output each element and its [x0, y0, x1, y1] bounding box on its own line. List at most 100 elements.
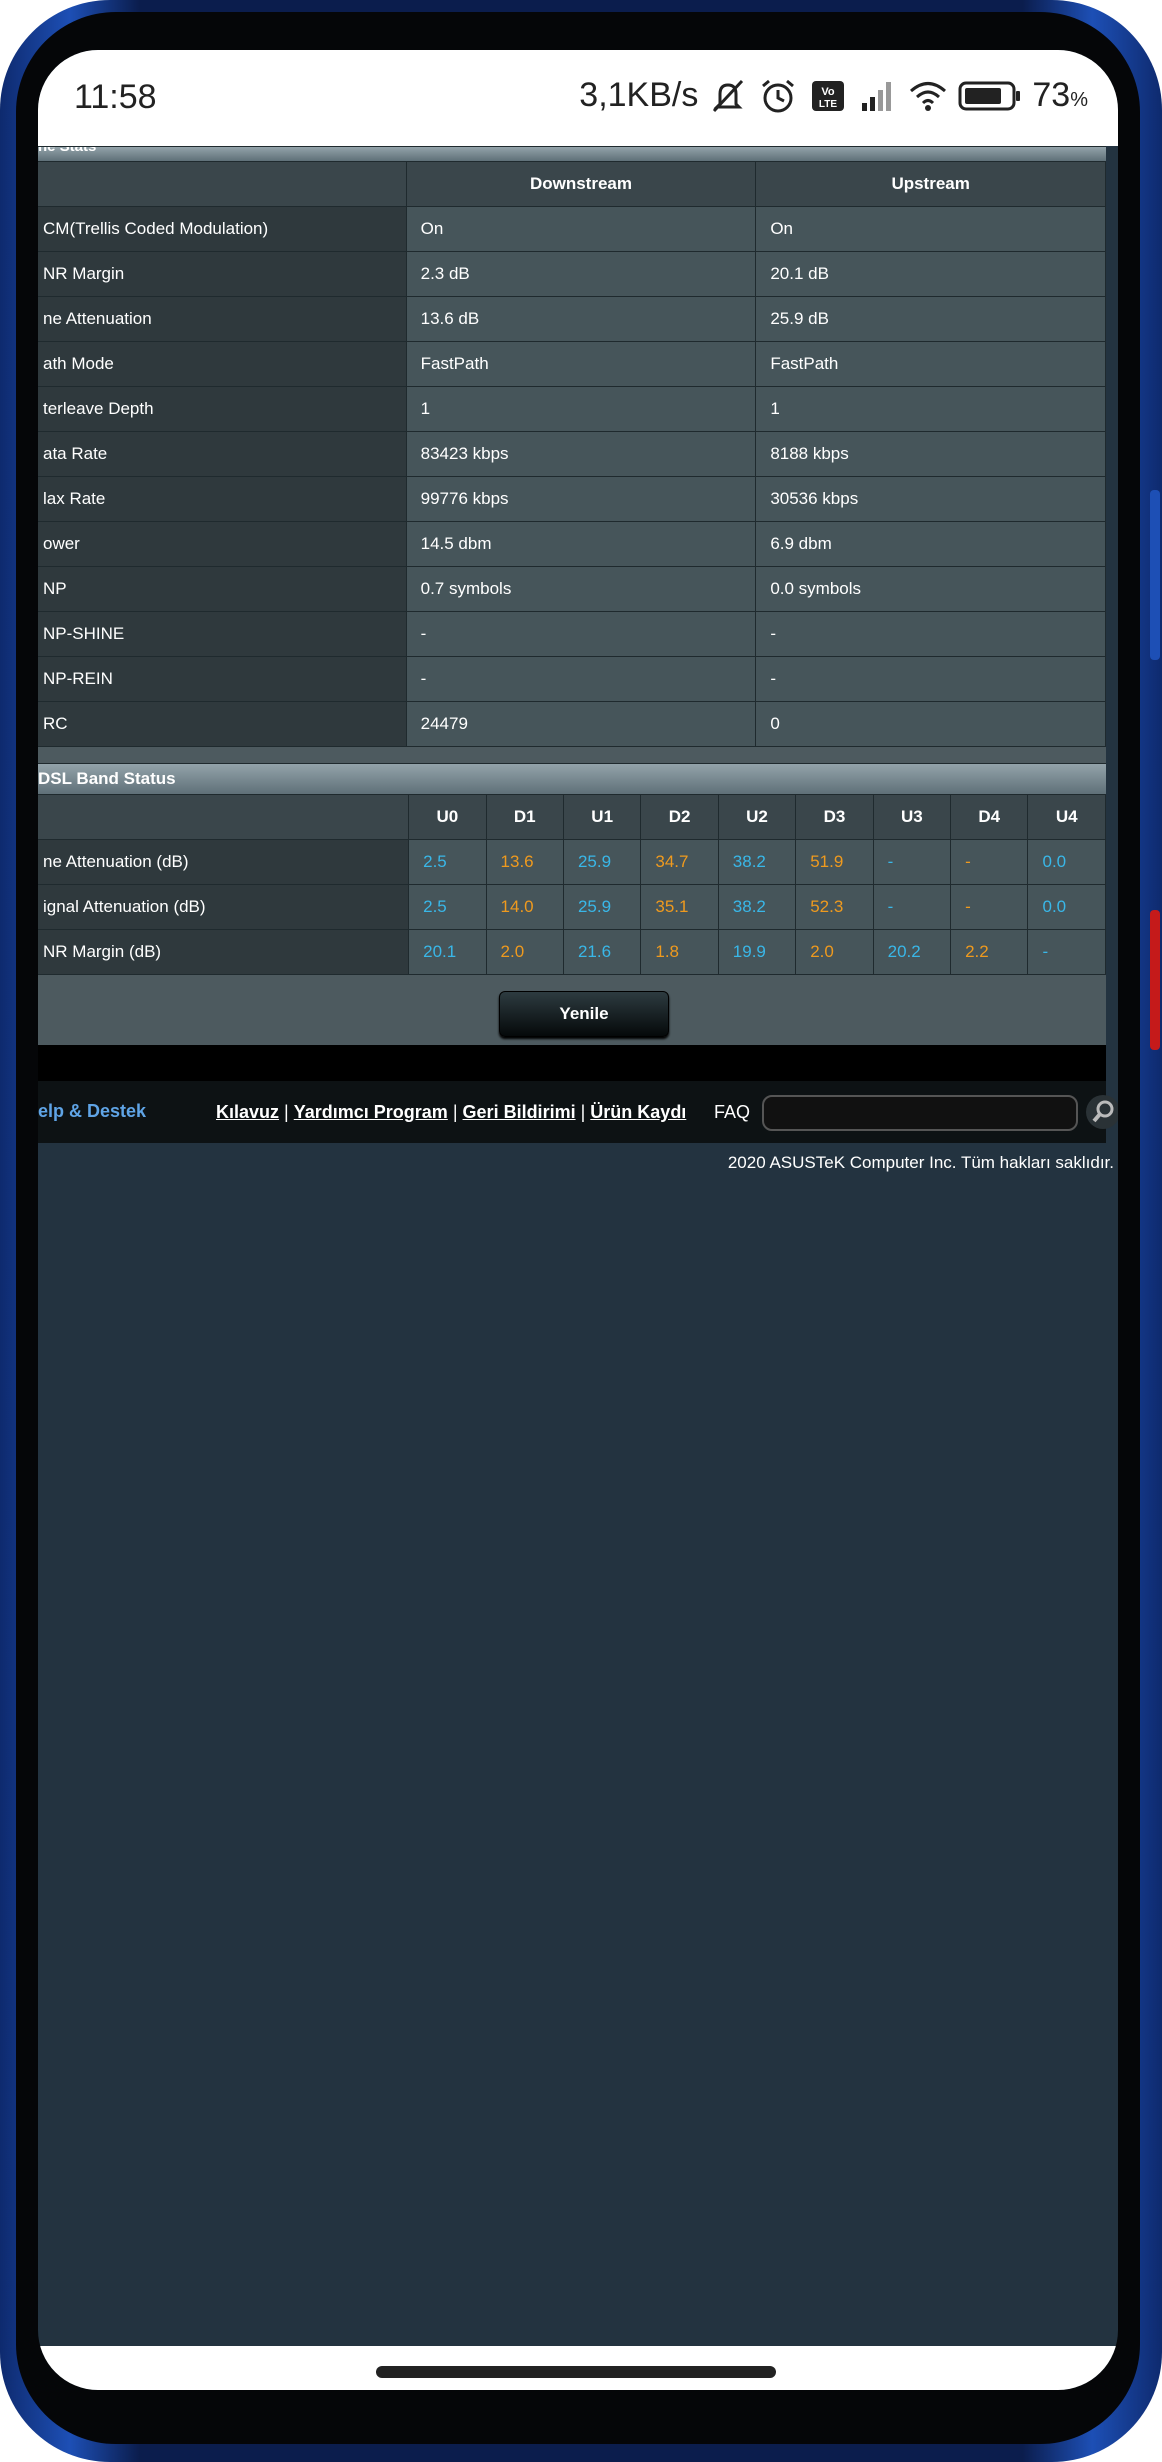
line-stats-row: NP 0.7 symbols 0.0 symbols [38, 566, 1106, 612]
row-label: NP-REIN [38, 656, 407, 702]
upstream-value: 20.1 dB [755, 251, 1106, 297]
home-indicator[interactable] [376, 2366, 776, 2378]
clock: 11:58 [74, 78, 157, 116]
band-value: 25.9 [562, 884, 642, 930]
feedback-link[interactable]: Geri Bildirimi [463, 1102, 576, 1122]
manual-link[interactable]: Kılavuz [216, 1102, 279, 1122]
line-stats-row: ath Mode FastPath FastPath [38, 341, 1106, 387]
upstream-value: 6.9 dbm [755, 521, 1106, 567]
header-upstream: Upstream [755, 161, 1106, 207]
spacer [38, 747, 1106, 763]
line-stats-row: ata Rate 83423 kbps 8188 kbps [38, 431, 1106, 477]
band-status-row: ne Attenuation (dB) 2.5 13.6 25.9 34.7 38.2 51… [38, 839, 1106, 885]
line-stats-row: ower 14.5 dbm 6.9 dbm [38, 521, 1106, 567]
band-header-label [38, 794, 410, 840]
band-value: 51.9 [795, 839, 874, 885]
refresh-button[interactable]: Yenile [499, 991, 669, 1037]
row-label: ne Attenuation [38, 296, 407, 342]
upstream-value: 30536 kbps [755, 476, 1106, 522]
band-header: U1 [562, 794, 642, 840]
status-bar: 11:58 3,1KB/s Vo LTE 73% [38, 50, 1118, 146]
battery-level: 73% [1032, 76, 1088, 115]
utility-link[interactable]: Yardımcı Program [294, 1102, 448, 1122]
network-speed: 3,1KB/s [579, 76, 699, 114]
faq-search-input[interactable] [762, 1095, 1078, 1131]
row-label: NR Margin [38, 251, 407, 297]
footer-separator [38, 1045, 1106, 1081]
row-label: ne Attenuation (dB) [38, 839, 410, 885]
band-header-row: U0 D1 U1 D2 U2 D3 U3 D4 U4 [38, 794, 1106, 840]
line-stats-row: NP-SHINE - - [38, 611, 1106, 657]
band-value: 38.2 [717, 884, 797, 930]
band-value: 0.0 [1027, 884, 1106, 930]
band-value: - [950, 884, 1029, 930]
row-label: NR Margin (dB) [38, 929, 410, 975]
svg-text:LTE: LTE [819, 99, 837, 110]
battery-icon [958, 81, 1021, 110]
line-stats-row: lax Rate 99776 kbps 30536 kbps [38, 476, 1106, 522]
band-header: D2 [640, 794, 719, 840]
row-label: ath Mode [38, 341, 407, 387]
band-header: U4 [1027, 794, 1106, 840]
refresh-row: Yenile [38, 975, 1106, 1045]
router-page: ne Stats Downstream Upstream CM(Trellis … [38, 146, 1118, 1183]
band-value: - [872, 884, 952, 930]
band-value: 13.6 [485, 839, 564, 885]
upstream-value: On [755, 206, 1106, 252]
band-status-title: DSL Band Status [38, 763, 1106, 794]
line-stats-row: NP-REIN - - [38, 656, 1106, 702]
downstream-value: - [405, 656, 757, 702]
wifi-icon [910, 81, 947, 111]
row-label: terleave Depth [38, 386, 407, 432]
battery-unit: % [1070, 89, 1088, 111]
band-status-row: NR Margin (dB) 20.1 2.0 21.6 1.8 19.9 2.0 20.2 2… [38, 929, 1106, 975]
line-stats-row: CM(Trellis Coded Modulation) On On [38, 206, 1106, 252]
downstream-value: On [405, 206, 757, 252]
line-stats-title: ne Stats [38, 146, 1106, 161]
mute-icon [713, 79, 744, 112]
downstream-value: FastPath [405, 341, 757, 387]
row-label: ignal Attenuation (dB) [38, 884, 410, 930]
svg-text:Vo: Vo [822, 86, 836, 98]
upstream-value: 0 [755, 701, 1106, 747]
copyright-row: 2020 ASUSTeK Computer Inc. Tüm hakları s… [38, 1143, 1114, 1183]
product-registration-link[interactable]: Ürün Kaydı [590, 1102, 686, 1122]
downstream-value: 1 [405, 386, 757, 432]
band-value: 38.2 [717, 839, 797, 885]
band-status-row: ignal Attenuation (dB) 2.5 14.0 25.9 35.1 38.… [38, 884, 1106, 930]
band-value: 2.0 [485, 929, 564, 975]
search-icon [1092, 1100, 1114, 1123]
downstream-value: 83423 kbps [405, 431, 757, 477]
band-status-table: U0 D1 U1 D2 U2 D3 U3 D4 U4 ne Attenuation (dB) 2.… [38, 794, 1106, 975]
downstream-value: 2.3 dB [405, 251, 757, 297]
faq-search-button[interactable] [1086, 1095, 1118, 1129]
footer-links: Kılavuz | Yardımcı Program | Geri Bildir… [216, 1102, 686, 1123]
upstream-value: FastPath [755, 341, 1106, 387]
band-value: 2.5 [408, 884, 487, 930]
line-stats-header-row: Downstream Upstream [38, 161, 1106, 207]
link-separator: | [452, 1102, 458, 1122]
band-header: U2 [717, 794, 797, 840]
upstream-value: - [755, 656, 1106, 702]
downstream-value: 14.5 dbm [405, 521, 757, 567]
row-label: ata Rate [38, 431, 407, 477]
band-value: 0.0 [1027, 839, 1106, 885]
band-value: 14.0 [485, 884, 564, 930]
downstream-value: 24479 [405, 701, 757, 747]
band-header: D4 [950, 794, 1029, 840]
band-value: 19.9 [717, 929, 797, 975]
screen: 11:58 3,1KB/s Vo LTE 73% ne Stats Downst… [38, 50, 1118, 2390]
band-value: - [1027, 929, 1106, 975]
line-stats-panel: ne Stats Downstream Upstream CM(Trellis … [38, 146, 1106, 1045]
band-header: U0 [408, 794, 487, 840]
header-downstream: Downstream [405, 161, 757, 207]
alarm-icon [762, 79, 795, 112]
copyright: 2020 ASUSTeK Computer Inc. Tüm hakları s… [727, 1153, 1114, 1172]
upstream-value: 8188 kbps [755, 431, 1106, 477]
signal-icon [862, 81, 892, 111]
band-value: 1.8 [640, 929, 719, 975]
band-value: 35.1 [640, 884, 719, 930]
line-stats-row: ne Attenuation 13.6 dB 25.9 dB [38, 296, 1106, 342]
line-stats-row: NR Margin 2.3 dB 20.1 dB [38, 251, 1106, 297]
band-value: 21.6 [562, 929, 642, 975]
